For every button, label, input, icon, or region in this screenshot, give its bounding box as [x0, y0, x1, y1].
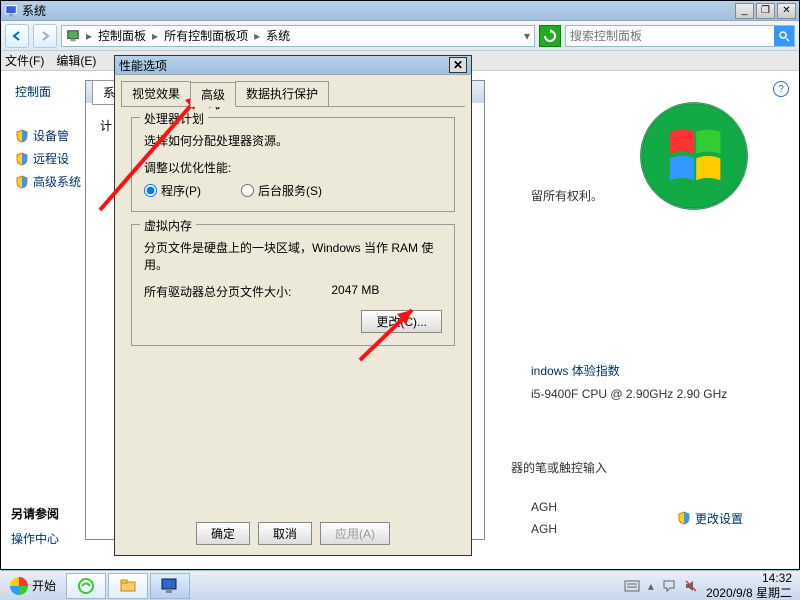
shield-icon — [15, 152, 29, 166]
close-button[interactable]: ✕ — [449, 57, 467, 73]
radio-background[interactable]: 后台服务(S) — [241, 182, 322, 199]
change-vm-button[interactable]: 更改(C)... — [361, 310, 442, 333]
shield-icon — [15, 175, 29, 189]
virtual-memory-group: 虚拟内存 分页文件是硬盘上的一块区域，Windows 当作 RAM 使用。 所有… — [131, 224, 455, 346]
breadcrumb-item[interactable]: 所有控制面板项 — [164, 27, 248, 44]
ok-button[interactable]: 确定 — [196, 522, 250, 545]
chevron-right-icon: ▸ — [152, 29, 158, 43]
processor-scheduling-group: 处理器计划 选择如何分配处理器资源。 调整以优化性能: 程序(P) 后台服务(S… — [131, 117, 455, 212]
vm-total-label: 所有驱动器总分页文件大小: — [144, 283, 291, 300]
cpu-text: i5-9400F CPU @ 2.90GHz 2.90 GHz — [531, 383, 759, 405]
system-icon — [4, 4, 18, 18]
search-input[interactable] — [566, 29, 774, 43]
forward-button[interactable] — [33, 24, 57, 48]
search-button[interactable] — [774, 26, 794, 46]
volume-icon[interactable] — [684, 579, 698, 593]
vm-desc: 分页文件是硬盘上的一块区域，Windows 当作 RAM 使用。 — [144, 239, 442, 273]
windows-orb-icon — [10, 577, 28, 595]
start-button[interactable]: 开始 — [2, 575, 64, 597]
breadcrumb-item[interactable]: 控制面板 — [98, 27, 146, 44]
clock[interactable]: 14:32 2020/9/8 星期二 — [706, 571, 792, 600]
dialog-title: 性能选项 — [119, 57, 449, 74]
group-title: 虚拟内存 — [140, 217, 196, 234]
help-button[interactable]: ? — [773, 81, 789, 97]
apply-button[interactable]: 应用(A) — [320, 522, 390, 545]
tray-chevron[interactable]: ▴ — [648, 579, 654, 593]
minimize-button[interactable]: _ — [735, 3, 754, 19]
shield-icon — [677, 511, 691, 525]
chevron-right-icon: ▸ — [254, 29, 260, 43]
menu-edit[interactable]: 编辑(E) — [56, 52, 96, 69]
refresh-button[interactable] — [539, 25, 561, 47]
change-settings-link[interactable]: 更改设置 — [677, 510, 743, 527]
maximize-button[interactable]: ❐ — [756, 3, 775, 19]
titlebar: 系统 _ ❐ ✕ — [1, 1, 799, 21]
tab-advanced[interactable]: 高级 — [190, 82, 236, 107]
radio-input[interactable] — [144, 184, 157, 197]
close-button[interactable]: ✕ — [777, 3, 796, 19]
back-button[interactable] — [5, 24, 29, 48]
dialog-titlebar: 性能选项 ✕ — [114, 55, 472, 75]
group-title: 处理器计划 — [140, 110, 208, 127]
radio-programs[interactable]: 程序(P) — [144, 182, 201, 199]
cancel-button[interactable]: 取消 — [258, 522, 312, 545]
workgroup-text: AGH — [531, 496, 557, 518]
radio-input[interactable] — [241, 184, 254, 197]
computer-icon — [66, 29, 80, 43]
toolbar: ▸ 控制面板 ▸ 所有控制面板项 ▸ 系统 ▾ — [1, 21, 799, 51]
window-title: 系统 — [22, 2, 735, 19]
taskbar-item-explorer[interactable] — [108, 573, 148, 599]
search-box — [565, 25, 795, 47]
shield-icon — [15, 129, 29, 143]
pen-text: 器的笔或触控输入 — [511, 455, 759, 480]
taskbar: 开始 ▴ 14:32 2020/9/8 星期二 — [0, 570, 800, 600]
workgroup-text: AGH — [531, 518, 557, 540]
menu-file[interactable]: 文件(F) — [5, 52, 44, 69]
action-center-link[interactable]: 操作中心 — [11, 528, 59, 549]
tab-visual-effects[interactable]: 视觉效果 — [121, 81, 191, 106]
tab-dep[interactable]: 数据执行保护 — [235, 81, 329, 106]
breadcrumb[interactable]: ▸ 控制面板 ▸ 所有控制面板项 ▸ 系统 ▾ — [61, 25, 535, 47]
performance-options-dialog: 性能选项 ✕ 视觉效果 高级 数据执行保护 处理器计划 选择如何分配处理器资源。… — [114, 56, 472, 556]
label: 计 — [100, 119, 112, 133]
system-tray: ▴ 14:32 2020/9/8 星期二 — [624, 571, 798, 600]
taskbar-item-system[interactable] — [150, 573, 190, 599]
adjust-label: 调整以优化性能: — [144, 159, 442, 176]
chevron-down-icon[interactable]: ▾ — [524, 29, 530, 43]
group-desc: 选择如何分配处理器资源。 — [144, 132, 442, 149]
vm-total-value: 2047 MB — [331, 283, 379, 300]
windows-logo — [639, 101, 749, 214]
chevron-right-icon: ▸ — [86, 29, 92, 43]
keyboard-icon[interactable] — [624, 580, 640, 592]
action-center-icon[interactable] — [662, 579, 676, 593]
taskbar-item-browser[interactable] — [66, 573, 106, 599]
experience-index-link[interactable]: indows 体验指数 — [531, 358, 759, 383]
breadcrumb-item[interactable]: 系统 — [266, 27, 290, 44]
see-also-header: 另请参阅 — [11, 505, 59, 522]
